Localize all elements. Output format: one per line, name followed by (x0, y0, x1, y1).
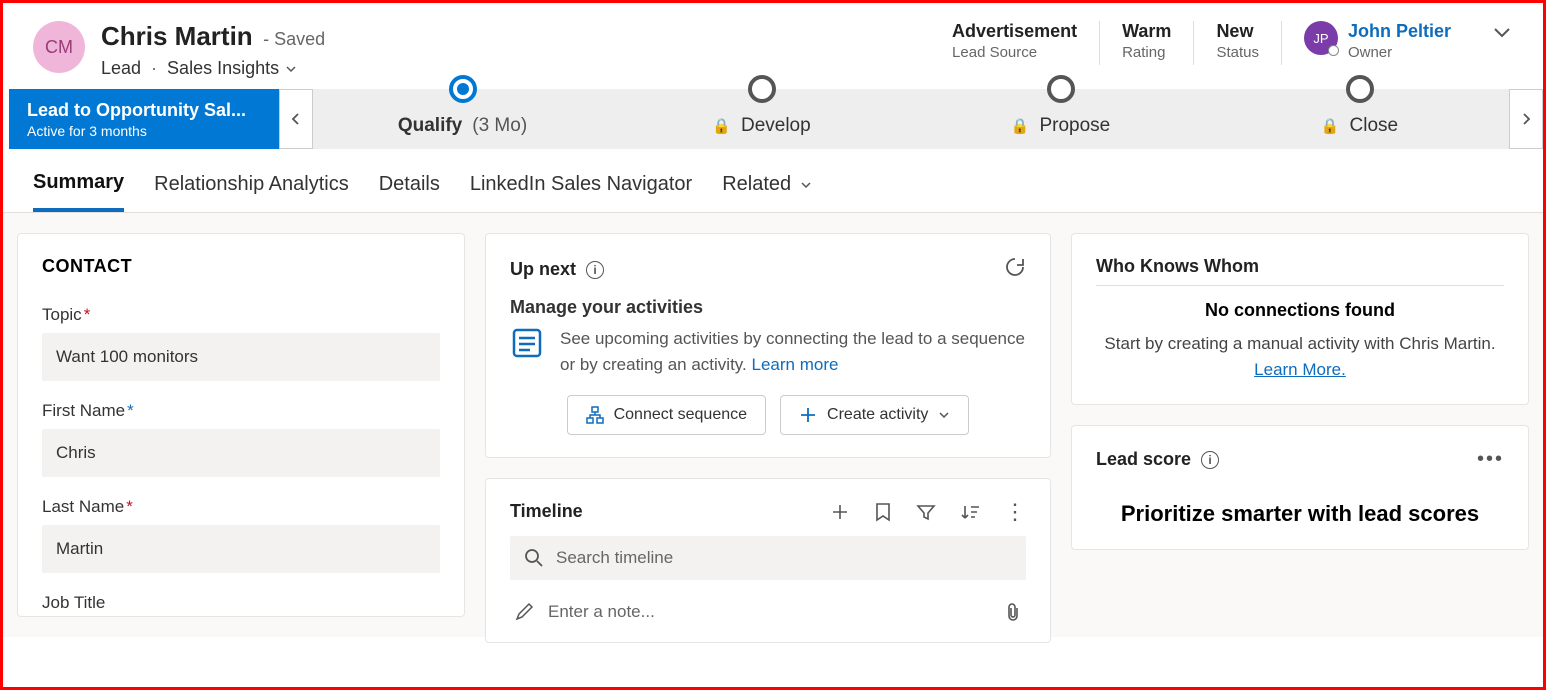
chevron-right-icon (1518, 111, 1534, 127)
lock-icon: 🔒 (1321, 117, 1340, 135)
label-first-name: First Name* (42, 401, 440, 421)
plus-icon (799, 406, 817, 424)
label-last-name: Last Name* (42, 497, 440, 517)
up-next-card: Up next i Manage your activities See upc… (485, 233, 1051, 458)
owner-name: John Peltier (1348, 21, 1451, 42)
stage-indicator (1047, 75, 1075, 103)
stage-indicator-active (449, 75, 477, 103)
create-activity-button[interactable]: Create activity (780, 395, 969, 435)
tab-summary[interactable]: Summary (33, 171, 124, 212)
timeline-note-input[interactable]: Enter a note... (510, 590, 1026, 634)
bookmark-icon[interactable] (874, 502, 892, 522)
form-selector[interactable]: Sales Insights (167, 58, 297, 79)
entity-name: Lead (101, 58, 141, 79)
tab-related[interactable]: Related (722, 171, 813, 212)
lead-score-title: Lead score i (1096, 449, 1219, 470)
learn-more-link[interactable]: Learn more (752, 355, 839, 374)
wkw-title: Who Knows Whom (1096, 256, 1504, 277)
tab-linkedin[interactable]: LinkedIn Sales Navigator (470, 171, 692, 212)
input-last-name[interactable] (42, 525, 440, 573)
lock-icon: 🔒 (712, 117, 731, 135)
right-column: Who Knows Whom No connections found Star… (1071, 233, 1529, 617)
info-icon[interactable]: i (1201, 451, 1219, 469)
bpf-stages: Qualify (3 Mo) 🔒 Develop 🔒 Propose 🔒 Clo… (313, 89, 1509, 149)
record-avatar: CM (33, 21, 85, 73)
bpf-title[interactable]: Lead to Opportunity Sal... Active for 3 … (9, 89, 279, 149)
stage-indicator (1346, 75, 1374, 103)
divider (1096, 285, 1504, 286)
stage-develop[interactable]: 🔒 Develop (612, 89, 911, 149)
meta-status[interactable]: New Status (1216, 21, 1259, 61)
tab-details[interactable]: Details (379, 171, 440, 212)
bpf-next-button[interactable] (1509, 89, 1543, 149)
divider (1193, 21, 1194, 65)
filter-icon[interactable] (916, 502, 936, 522)
up-next-text: See upcoming activities by connecting th… (560, 326, 1026, 377)
meta-rating[interactable]: Warm Rating (1122, 21, 1171, 61)
saved-indicator: - Saved (263, 29, 325, 49)
sort-icon[interactable] (960, 502, 980, 522)
wkw-learn-more-link[interactable]: Learn More. (1254, 360, 1346, 379)
chevron-down-icon (799, 178, 813, 192)
pencil-icon (514, 602, 534, 622)
bpf-prev-button[interactable] (279, 89, 313, 149)
timeline-title: Timeline (510, 501, 583, 522)
owner-label: Owner (1348, 44, 1451, 61)
input-first-name[interactable] (42, 429, 440, 477)
up-next-subtitle: Manage your activities (510, 297, 1026, 318)
hierarchy-icon (586, 406, 604, 424)
record-header: CM Chris Martin - Saved Lead · Sales Ins… (3, 3, 1543, 79)
info-icon[interactable]: i (586, 261, 604, 279)
chevron-down-icon (938, 409, 950, 421)
chevron-down-icon (1491, 21, 1513, 43)
up-next-title: Up next i (510, 259, 604, 280)
meta-lead-source[interactable]: Advertisement Lead Source (952, 21, 1077, 61)
more-button[interactable]: ••• (1477, 448, 1504, 471)
divider (1099, 21, 1100, 65)
connect-sequence-button[interactable]: Connect sequence (567, 395, 766, 435)
business-process-flow: Lead to Opportunity Sal... Active for 3 … (3, 89, 1543, 149)
section-title-contact: CONTACT (42, 256, 440, 277)
header-left: CM Chris Martin - Saved Lead · Sales Ins… (33, 21, 325, 79)
presence-indicator (1328, 45, 1339, 56)
chevron-left-icon (288, 111, 304, 127)
activity-list-icon (510, 326, 544, 360)
attachment-icon[interactable] (1004, 602, 1022, 622)
form-tabs: Summary Relationship Analytics Details L… (3, 149, 1543, 213)
tab-relationship-analytics[interactable]: Relationship Analytics (154, 171, 349, 212)
stage-propose[interactable]: 🔒 Propose (911, 89, 1210, 149)
lead-score-headline: Prioritize smarter with lead scores (1096, 501, 1504, 527)
separator-dot: · (151, 58, 157, 79)
owner-block[interactable]: JP John Peltier Owner (1304, 21, 1451, 61)
stage-close[interactable]: 🔒 Close (1210, 89, 1509, 149)
record-title: Chris Martin (101, 21, 253, 51)
header-expand-button[interactable] (1491, 21, 1513, 48)
content-area: CONTACT Topic* First Name* Last Name* Jo… (3, 213, 1543, 637)
stage-indicator (748, 75, 776, 103)
lock-icon: 🔒 (1011, 117, 1030, 135)
lead-score-card: Lead score i ••• Prioritize smarter with… (1071, 425, 1529, 550)
contact-card: CONTACT Topic* First Name* Last Name* Jo… (17, 233, 465, 617)
who-knows-whom-card: Who Knows Whom No connections found Star… (1071, 233, 1529, 405)
input-topic[interactable] (42, 333, 440, 381)
divider (1281, 21, 1282, 65)
chevron-down-icon (285, 63, 297, 75)
refresh-icon (1004, 256, 1026, 278)
header-right: Advertisement Lead Source Warm Rating Ne… (952, 21, 1513, 65)
wkw-none-title: No connections found (1096, 300, 1504, 321)
stage-qualify[interactable]: Qualify (3 Mo) (313, 89, 612, 149)
add-icon[interactable] (830, 502, 850, 522)
search-icon (524, 548, 544, 568)
middle-column: Up next i Manage your activities See upc… (485, 233, 1051, 617)
label-job-title: Job Title (42, 593, 440, 613)
timeline-search[interactable]: Search timeline (510, 536, 1026, 580)
owner-avatar: JP (1304, 21, 1338, 55)
title-block: Chris Martin - Saved Lead · Sales Insigh… (101, 21, 325, 79)
refresh-button[interactable] (1004, 256, 1026, 283)
label-topic: Topic* (42, 305, 440, 325)
timeline-card: Timeline ⋮ Search timeline Enter a note.… (485, 478, 1051, 643)
wkw-none-text: Start by creating a manual activity with… (1096, 331, 1504, 382)
